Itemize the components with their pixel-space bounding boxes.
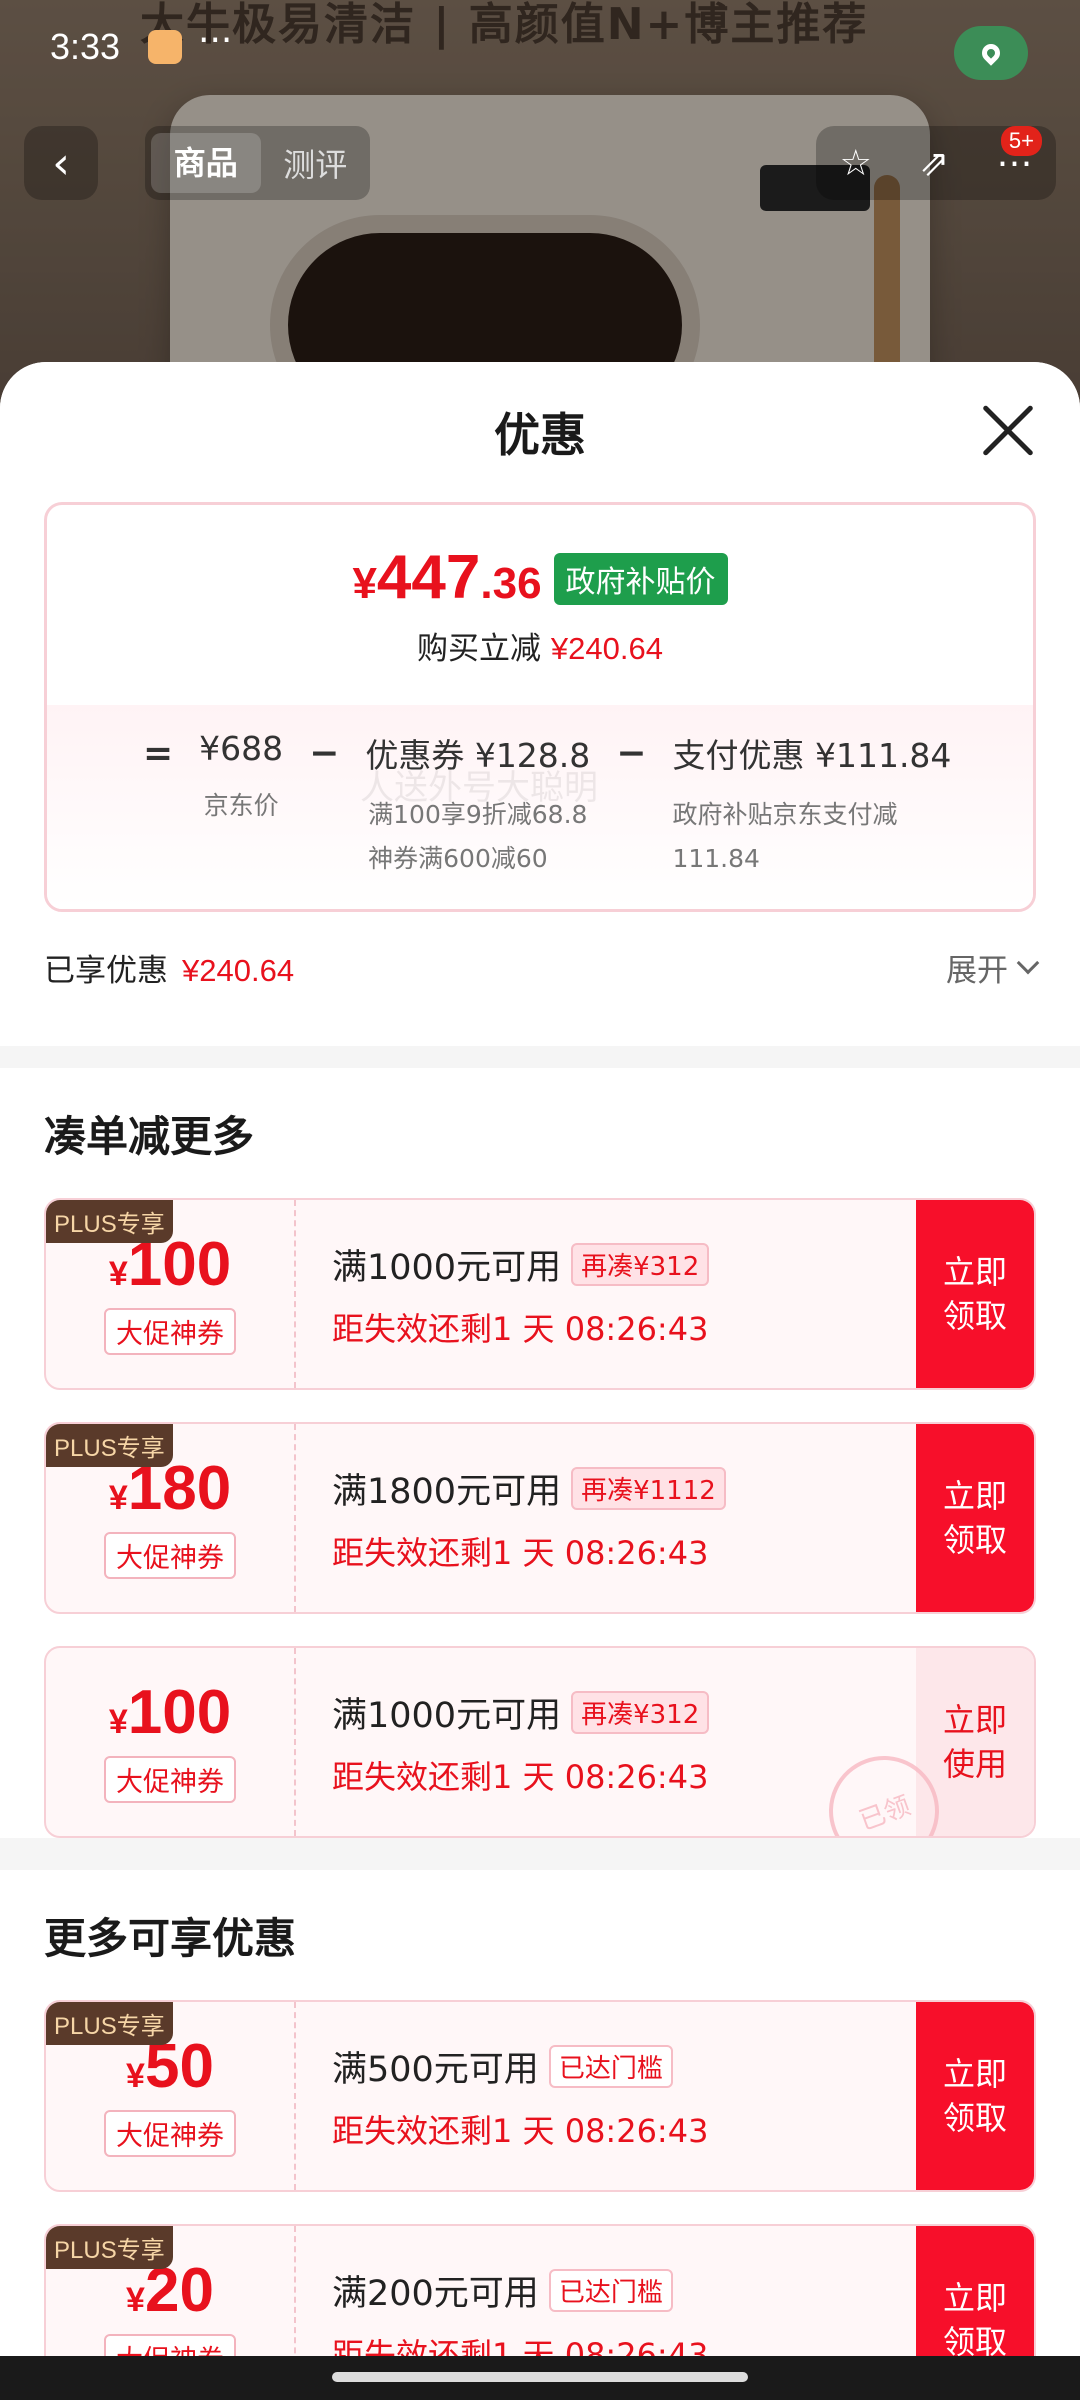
coupon-card: PLUS专享 ¥100 大促神券 满1000元可用 再凑¥312 距失效还剩1 天… <box>44 1198 1036 1390</box>
coupon-condition: 满500元可用 <box>332 2049 539 2090</box>
status-bar: 3:33 ··· <box>0 0 1080 110</box>
watermark: 人送外号大聪明 <box>360 768 598 808</box>
expand-button[interactable]: 展开 <box>946 945 1040 990</box>
close-icon[interactable] <box>980 402 1036 458</box>
instant-discount: 购买立减 ¥240.64 <box>417 631 663 667</box>
home-indicator[interactable] <box>0 2356 1080 2400</box>
section-title: 更多可享优惠 <box>44 1913 297 1963</box>
discount-sheet: 优惠 ¥447.36 政府补贴价 购买立减 ¥240.64 = ¥688 京东价… <box>0 362 1080 2362</box>
plus-exclusive-tag: PLUS专享 <box>46 2226 173 2269</box>
minus-sign: − <box>616 733 647 774</box>
coupon-type: 大促神券 <box>104 1755 236 1803</box>
coupon-amount: ¥100 <box>108 1677 232 1747</box>
coupon-card: PLUS专享 ¥50 大促神券 满500元可用 已达门槛 距失效还剩1 天 08:… <box>44 2000 1036 2192</box>
coupon-tip: 再凑¥312 <box>571 1690 710 1734</box>
final-price: ¥447.36 <box>352 543 542 612</box>
status-time: 3:33 <box>50 26 121 67</box>
section-more-savings: 凑单减更多 PLUS专享 ¥100 大促神券 满1000元可用 再凑¥312 距失… <box>0 1068 1080 1838</box>
product-nav-bar: ‹ 商品 测评 ☆ ⇗ ⋯ 5+ <box>0 120 1080 210</box>
nav-actions: ☆ ⇗ ⋯ 5+ <box>816 126 1056 200</box>
claim-button[interactable]: 立即 领取 <box>916 2226 1034 2362</box>
chevron-down-icon <box>1016 951 1040 975</box>
coupon-tip: 已达门槛 <box>548 2268 673 2312</box>
plus-exclusive-tag: PLUS专享 <box>46 2002 173 2045</box>
price-summary-card: ¥447.36 政府补贴价 购买立减 ¥240.64 = ¥688 京东价 − <box>44 502 1036 912</box>
coupon-condition: 满1800元可用 <box>332 1471 562 1512</box>
enjoyed-amount: ¥240.64 <box>182 952 295 988</box>
app-notification-icon <box>148 30 182 64</box>
equals-sign: = <box>143 733 174 774</box>
star-icon[interactable]: ☆ <box>840 143 872 184</box>
coupon-expiry: 距失效还剩1 天 08:26:43 <box>332 1309 709 1348</box>
coupon-type: 大促神券 <box>104 1531 236 1579</box>
sheet-title: 优惠 <box>494 408 586 462</box>
coupon-card: PLUS专享 ¥20 大促神券 满200元可用 已达门槛 距失效还剩1 天 08:… <box>44 2224 1036 2362</box>
tab-product[interactable]: 商品 <box>151 133 261 193</box>
payment-detail: 政府补贴京东支付减 111.84 <box>672 800 898 873</box>
coupon-expiry: 距失效还剩1 天 08:26:43 <box>332 2111 709 2150</box>
back-button[interactable]: ‹ <box>24 126 98 200</box>
coupon-tip: 再凑¥312 <box>571 1242 710 1286</box>
coupon-type: 大促神券 <box>104 1307 236 1355</box>
claim-button[interactable]: 立即 领取 <box>916 1424 1034 1612</box>
coupon-tip: 已达门槛 <box>548 2044 673 2088</box>
payment-discount-value: 支付优惠 ¥111.84 <box>672 736 952 775</box>
coupon-card: ¥100 大促神券 满1000元可用 再凑¥312 距失效还剩1 天 08:26:… <box>44 1646 1036 1838</box>
claim-button[interactable]: 立即 领取 <box>916 1200 1034 1388</box>
section-title: 凑单减更多 <box>44 1111 255 1161</box>
coupon-condition: 满1000元可用 <box>332 1695 562 1736</box>
coupon-condition: 满1000元可用 <box>332 1247 562 1288</box>
share-icon[interactable]: ⇗ <box>919 143 949 184</box>
tab-review[interactable]: 测评 <box>261 140 371 186</box>
jd-price-value: ¥688 <box>199 729 284 768</box>
coupon-expiry: 距失效还剩1 天 08:26:43 <box>332 1757 709 1796</box>
minus-sign: − <box>309 733 340 774</box>
coupon-tip: 再凑¥1112 <box>571 1466 726 1510</box>
section-more-offers: 更多可享优惠 PLUS专享 ¥50 大促神券 满500元可用 已达门槛 距失效还剩… <box>0 1870 1080 2362</box>
coupon-type: 大促神券 <box>104 2109 236 2157</box>
nav-tabs: 商品 测评 <box>145 126 370 200</box>
jd-price-label: 京东价 <box>203 791 279 820</box>
coupon-expiry: 距失效还剩1 天 08:26:43 <box>332 1533 709 1572</box>
enjoyed-discount-row: 已享优惠 ¥240.64 展开 <box>0 912 1080 1022</box>
gov-subsidy-tag: 政府补贴价 <box>553 553 728 605</box>
status-more: ··· <box>198 20 233 61</box>
enjoyed-label: 已享优惠 <box>44 952 168 989</box>
plus-exclusive-tag: PLUS专享 <box>46 1200 173 1243</box>
location-icon[interactable] <box>954 26 1028 80</box>
claim-button[interactable]: 立即 领取 <box>916 2002 1034 2190</box>
coupon-card: PLUS专享 ¥180 大促神券 满1800元可用 再凑¥1112 距失效还剩1 … <box>44 1422 1036 1614</box>
plus-exclusive-tag: PLUS专享 <box>46 1424 173 1467</box>
message-badge: 5+ <box>1000 126 1042 156</box>
coupon-condition: 满200元可用 <box>332 2273 539 2314</box>
